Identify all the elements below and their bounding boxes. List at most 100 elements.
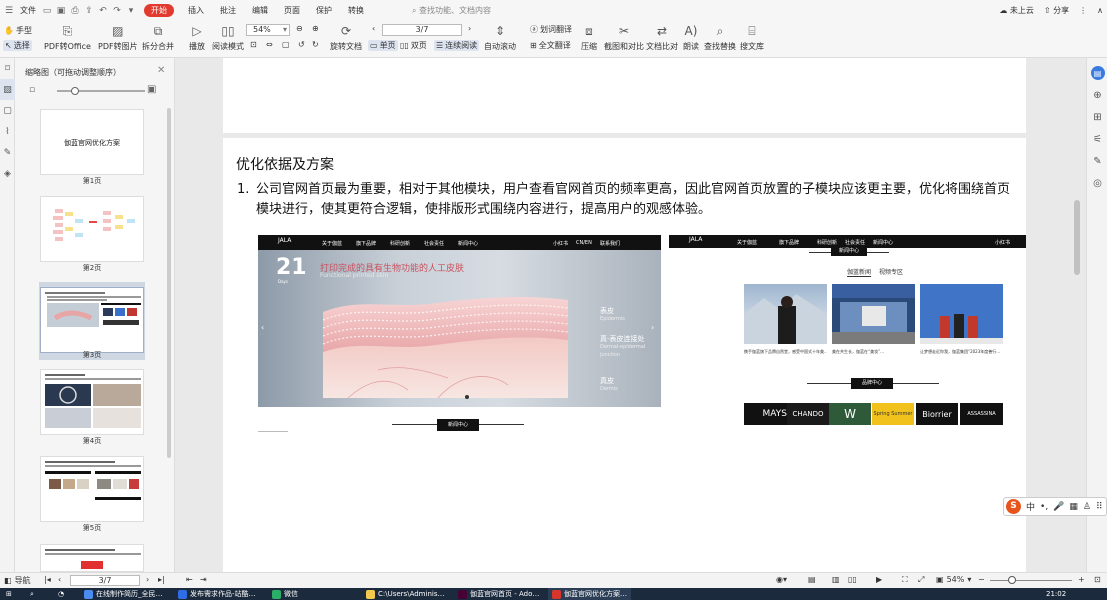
zoom-input[interactable]: 54% ▾ (246, 24, 290, 36)
layers-icon[interactable]: ◈ (0, 163, 15, 184)
scan-icon[interactable]: ⊞ (1087, 106, 1107, 128)
close-icon[interactable]: ✕ (157, 65, 165, 76)
collapse-icon[interactable]: ∧ (1097, 6, 1103, 15)
menu-protect[interactable]: 保护 (308, 0, 340, 21)
thumbnail-icon[interactable]: ▨ (0, 79, 15, 100)
thumbnail-page-6[interactable] (40, 544, 144, 572)
more-icon[interactable]: ⋮ (1079, 6, 1087, 15)
edit-icon[interactable]: ✎ (1087, 150, 1107, 172)
taskbar-app-6[interactable]: 伽蓝官网优化方案… (548, 588, 631, 600)
taskbar-app-3[interactable]: 微信 (272, 588, 298, 600)
menu-start[interactable]: 开始 (144, 4, 174, 17)
thumbnail-size-slider-handle[interactable] (71, 87, 79, 95)
zoom-slider[interactable] (990, 580, 1072, 581)
thumbnail-page-1[interactable]: 伽蓝官网优化方案 (40, 109, 144, 175)
menu-convert[interactable]: 转换 (340, 0, 372, 21)
rotate-doc-button[interactable]: ⟳ 旋转文档 (330, 23, 362, 52)
share-button[interactable]: ⇧ 分享 (1044, 5, 1069, 16)
play-button[interactable]: ▷ 播放 (188, 23, 206, 52)
thumbnail-page-3[interactable] (40, 287, 144, 353)
compress-button[interactable]: ⧈ 压缩 (580, 23, 598, 52)
first-page-button[interactable]: |◂ (44, 575, 51, 584)
thumbnail-scrollbar[interactable] (167, 108, 171, 458)
continuous-read-button[interactable]: ☰ 连续阅读 (434, 40, 480, 51)
ime-toolbar[interactable]: S 中 •, 🎤 ▦ ♙ ⠿ (1003, 497, 1107, 516)
double-page-button[interactable]: ▯▯ 双页 (400, 40, 427, 51)
pdf-to-image-button[interactable]: ▨ PDF转图片 (98, 23, 138, 52)
hand-tool[interactable]: ✋ 手型 (4, 25, 32, 36)
taskbar-app-2[interactable]: 发布需求作品-站酷… (178, 588, 256, 600)
start-button[interactable]: ⊞ (6, 588, 12, 600)
attachment-icon[interactable]: ⌇ (0, 121, 15, 142)
status-next-button[interactable]: › (146, 575, 149, 584)
rotate-right-button[interactable]: ↻ (312, 40, 319, 49)
translate-all-button[interactable]: ⊞ 全文翻译 (530, 40, 571, 51)
thumbnail-page-2[interactable] (40, 196, 144, 262)
hamburger-icon[interactable]: ☰ (2, 4, 16, 18)
cloud-status[interactable]: ☁ 未上云 (999, 5, 1034, 16)
signature-icon[interactable]: ✎ (0, 142, 15, 163)
status-fit-width[interactable]: ⊡ (1094, 575, 1101, 584)
fit-page-button[interactable]: ⊡ (250, 40, 257, 49)
status-continuous[interactable]: ▥ (832, 575, 840, 584)
zoom-out-button[interactable]: ⊖ (296, 24, 303, 33)
rotate-left-button[interactable]: ↺ (298, 40, 305, 49)
navigation-toggle[interactable]: ◧ 导航 (4, 575, 31, 586)
save-icon[interactable]: ▣ (54, 4, 68, 18)
read-mode-button[interactable]: ▯▯ 阅读模式 (212, 23, 244, 52)
menu-insert[interactable]: 插入 (180, 0, 212, 21)
chevron-down-icon[interactable]: ▾ (124, 4, 138, 18)
doc-compare-button[interactable]: ⇄ 文档比对 (646, 23, 678, 52)
eye-protect-toggle[interactable]: ◉▾ (776, 575, 787, 584)
single-page-button[interactable]: ▭ 单页 (368, 40, 398, 51)
pdf-to-office-button[interactable]: ⎘ PDF转Office (44, 23, 91, 52)
feature-search[interactable]: ⌕ 查找功能、文档内容 (412, 5, 491, 16)
status-zoom-out[interactable]: − (978, 575, 985, 584)
forward-view-button[interactable]: ⇥ (200, 575, 207, 584)
status-zoom-select[interactable]: ▣ 54% ▾ (936, 575, 971, 584)
taskbar-clock[interactable]: 21:02 (1046, 588, 1066, 600)
status-page-input[interactable]: 3/7 (70, 575, 140, 586)
last-page-button[interactable]: ▸| (158, 575, 165, 584)
status-double-page[interactable]: ▯▯ (848, 575, 857, 584)
autoscroll-button[interactable]: ⇕ 自动滚动 (484, 23, 516, 52)
taskbar-app-5[interactable]: 伽蓝官网首页 - Ado… (458, 588, 539, 600)
status-fullscreen-button[interactable]: ⤢ (918, 575, 924, 585)
doc-assist-icon[interactable]: ▤ (1087, 62, 1107, 84)
undo-icon[interactable]: ↶ (96, 4, 110, 18)
zoom-slider-handle[interactable] (1008, 576, 1016, 584)
zoom-tool-icon[interactable]: ⊕ (1087, 84, 1107, 106)
status-prev-button[interactable]: ‹ (58, 575, 61, 584)
translate-word-button[interactable]: ⓐ 划词翻译 (530, 24, 572, 35)
select-tool[interactable]: ↖ 选择 (3, 40, 32, 51)
print-icon[interactable]: ⎙ (68, 4, 82, 18)
taskbar-app-4[interactable]: C:\Users\Adminis… (366, 588, 444, 600)
menu-comment[interactable]: 批注 (212, 0, 244, 21)
menu-file[interactable]: 文件 (16, 0, 40, 21)
split-merge-button[interactable]: ⧉ 拆分合并 (142, 23, 174, 52)
redo-icon[interactable]: ↷ (110, 4, 124, 18)
globe-icon[interactable]: ◎ (1087, 172, 1107, 194)
back-view-button[interactable]: ⇤ (186, 575, 193, 584)
menu-edit[interactable]: 编辑 (244, 0, 276, 21)
prev-page-button[interactable]: ‹ (372, 24, 375, 33)
zoom-in-button[interactable]: ⊕ (312, 24, 319, 33)
export-icon[interactable]: ⇪ (82, 4, 96, 18)
settings-sliders-icon[interactable]: ⚟ (1087, 128, 1107, 150)
menu-page[interactable]: 页面 (276, 0, 308, 21)
search-taskbar-button[interactable]: ⌕ (30, 588, 34, 600)
taskbar-app-1[interactable]: 在线制作简历_全民… (84, 588, 163, 600)
fit-width-button[interactable]: ⇔ (266, 40, 273, 49)
folder-icon[interactable]: ▭ (40, 4, 54, 18)
next-page-button[interactable]: › (468, 24, 471, 33)
read-aloud-button[interactable]: A) 朗读 (682, 23, 700, 52)
status-single-page[interactable]: ▤ (808, 575, 816, 584)
actual-size-button[interactable]: ▢ (282, 40, 290, 49)
comment-icon[interactable]: ▢ (0, 100, 15, 121)
document-scrollbar[interactable] (1074, 200, 1080, 275)
status-play-button[interactable]: ▶ (876, 575, 882, 584)
search-library-button[interactable]: ⌸ 搜文库 (740, 23, 764, 52)
bookmark-icon[interactable]: ⌑ (0, 58, 15, 79)
page-number-input[interactable]: 3/7 (382, 24, 462, 36)
status-zoom-in[interactable]: + (1078, 575, 1085, 584)
